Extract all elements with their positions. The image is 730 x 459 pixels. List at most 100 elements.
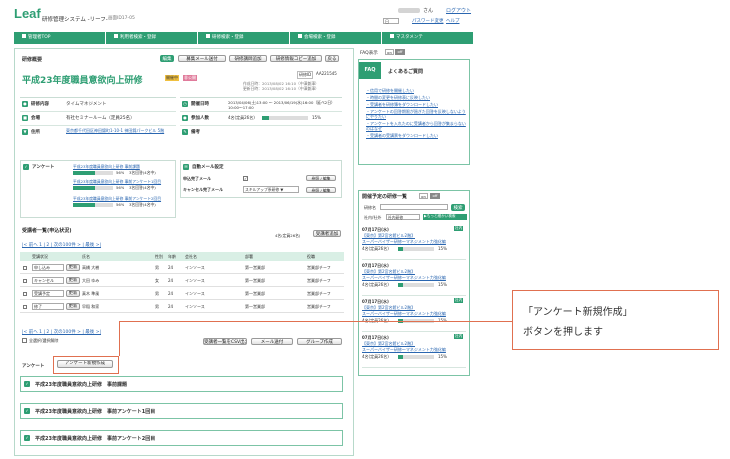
upcoming-org-label: 社内/社外 <box>364 215 382 220</box>
upcoming-title[interactable]: スーパーバイザー研修～マネジメント力強化編 <box>362 347 466 353</box>
logout-link[interactable]: ログアウト <box>446 7 471 14</box>
trainee-role: 営業部チーフ <box>307 304 331 309</box>
trainee-age: 24 <box>168 265 174 270</box>
roster-header: 受講状況 氏名 性別 年齢 会社名 部署 役職 <box>20 252 344 261</box>
detail-right: ◷ 開催日時 2013/04/06(土)13:00 ～ 2013/06/19(水… <box>180 97 342 145</box>
back-button[interactable]: 戻る <box>325 55 339 62</box>
faq-header: FAQ <box>359 62 381 79</box>
tab-master[interactable]: マスタメンテ <box>382 32 473 44</box>
faq-on-toggle[interactable]: on <box>385 49 394 55</box>
tab-admin-top[interactable]: 管理者TOP <box>14 32 106 44</box>
trainee-name: 真木 準風 <box>82 291 100 296</box>
status-select[interactable]: 申し込み <box>32 264 64 271</box>
faq-item[interactable]: ・信用で研修を開催したい <box>366 88 466 93</box>
tab-user-search[interactable]: 利用者検索・登録 <box>106 32 198 44</box>
create-group-button[interactable]: グループ作成 <box>297 338 342 345</box>
add-trainee-button[interactable]: 受講者追加 <box>313 230 341 237</box>
upcoming-item[interactable]: 07月17日(水) 社内 【東京】第2宮名館ビル2階】 スーパーバイザー研修～マネジメ… <box>362 332 466 368</box>
table-row: 修了 更新 早稲 和家 男 24 インソース 第一営業部 営業部チーフ <box>20 301 344 313</box>
tab-training-search[interactable]: 研修検索・登録 <box>198 32 290 44</box>
password-change-link[interactable]: パスワード変更 <box>412 18 444 24</box>
upcoming-count: 4名(定員26名) <box>362 282 389 287</box>
grid-icon <box>114 34 118 38</box>
faq-item[interactable]: ・受講者を研修簿をダウンロードしたい <box>366 102 466 107</box>
csv-export-button[interactable]: 受講者一覧をCSV出力 <box>203 338 247 345</box>
update-button[interactable]: 更新 <box>66 264 80 271</box>
select-all-checkbox[interactable] <box>22 338 27 343</box>
row-checkbox[interactable] <box>23 266 27 270</box>
copy-training-button[interactable]: 研修情報コピー追加 <box>270 55 322 62</box>
survey-row-title: 平成23年度職員意欲向上研修 事前アンケート2回目 <box>35 436 156 442</box>
lang-select[interactable]: 日 <box>383 18 399 24</box>
address-value[interactable]: 東京都千代田区神田錦町1-10-1 神田錦パークビル 5階 <box>66 128 174 133</box>
update-button[interactable]: 更新 <box>66 277 80 284</box>
faq-item[interactable]: ・受講者の受講票をダウンロードしたい <box>366 133 466 138</box>
update-button[interactable]: 更新 <box>66 303 80 310</box>
upcoming-title[interactable]: スーパーバイザー研修～マネジメント力強化編 <box>362 239 466 245</box>
survey-row-2[interactable]: ✓ 平成23年度職員意欲向上研修 事前アンケート1回目 <box>20 403 343 419</box>
roster-title: 受講者一覧(申込状況) <box>22 228 72 234</box>
upcoming-title[interactable]: スーパーバイザー研修～マネジメント力強化編 <box>362 275 466 281</box>
update-button[interactable]: 更新 <box>66 290 80 297</box>
faq-off-toggle[interactable]: off <box>395 49 405 55</box>
faq-item[interactable]: ・アンケートの回答期限が過ぎた回答を反映しないようにやりたい <box>366 109 466 119</box>
survey-row-icon: ✓ <box>24 435 30 441</box>
trainee-role: 営業部チーフ <box>307 278 331 283</box>
trainee-company: インソース <box>185 265 205 270</box>
upcoming-org-select[interactable]: 社内研修 <box>386 214 420 220</box>
status-select[interactable]: 修了 <box>32 303 64 310</box>
trainee-sex: 女 <box>155 278 159 283</box>
faq-item[interactable]: ・アンケートを入れたのに受講者から回答が集まらないのはなぜ <box>366 121 466 131</box>
trainee-dept: 第一営業部 <box>245 265 265 270</box>
upcoming-bar <box>398 355 434 359</box>
upcoming-narrow-link[interactable]: ▶もっと細かい検索 <box>423 214 467 220</box>
tab-venue-search[interactable]: 会場検索・登録 <box>290 32 382 44</box>
row-checkbox[interactable] <box>23 292 27 296</box>
add-instructor-button[interactable]: 研修講師追加 <box>229 55 267 62</box>
upcoming-off-toggle[interactable]: off <box>430 193 440 199</box>
upcoming-title[interactable]: スーパーバイザー研修～マネジメント力強化編 <box>362 311 466 317</box>
faq-list: ・信用で研修を開催したい ・時間の変更を研修表に反映したい ・受講者を研修簿をダウン… <box>366 88 466 140</box>
upcoming-count: 4名(定員26名) <box>362 246 389 251</box>
status-select[interactable]: 受講予定 <box>32 290 64 297</box>
send-mail-button[interactable]: メール送付 <box>251 338 293 345</box>
new-survey-button[interactable]: アンケート新規作成 <box>57 360 113 368</box>
apply-mail-label: 申込完了メール <box>183 176 211 181</box>
upcoming-title: 開催予定の研修一覧 <box>362 194 408 200</box>
table-row: キャンセル 更新 大田 ゆみ 女 24 インソース 第一営業部 営業部チーフ <box>20 275 344 287</box>
cancel-mail-select[interactable]: スキルアップ系研修 ▼ <box>243 186 299 193</box>
status-select[interactable]: キャンセル <box>32 277 64 284</box>
apply-mail-checkbox[interactable]: ✓ <box>243 176 248 181</box>
edit-button[interactable]: 編集 <box>160 55 174 62</box>
roster-pager-top[interactable]: |< 前へ 1 | 2 | 次の100件 > | 最後 >| <box>22 242 101 248</box>
date-label: 開催日時 <box>191 102 209 107</box>
auto-mail-box: ✉ 自動メール設定 申込完了メール ✓ 参照 / 編集 キャンセル完了メール ス… <box>180 160 342 198</box>
content-label: 研修内容 <box>31 102 49 107</box>
row-checkbox[interactable] <box>23 305 27 309</box>
row-checkbox[interactable] <box>23 279 27 283</box>
cancel-mail-edit-button[interactable]: 参照 / 編集 <box>306 187 336 193</box>
survey-row-1[interactable]: ✓ 平成23年度職員意欲向上研修 事前課題 <box>20 376 343 392</box>
roster-pager-bottom[interactable]: |< 前へ 1 | 2 | 次の100件 > | 最後 >| <box>22 329 101 335</box>
callout-line-1: 「アンケート新規作成」 <box>523 307 633 318</box>
apply-mail-edit-button[interactable]: 参照 / 編集 <box>306 175 336 181</box>
help-link[interactable]: ヘルプ <box>446 18 460 24</box>
faq-toggle-label: FAQ表示 <box>360 51 378 56</box>
upcoming-on-toggle[interactable]: on <box>419 193 428 199</box>
upcoming-item[interactable]: 07月17日(水) 社内 【東京】第2宮名館ビル2階】 スーパーバイザー研修～マネジメ… <box>362 224 466 260</box>
grid-icon <box>22 34 26 38</box>
survey-row-3[interactable]: ✓ 平成23年度職員意欲向上研修 事前アンケート2回目 <box>20 430 343 446</box>
survey-count-2: 3名回答(4名中) <box>129 185 156 190</box>
user-name-blurred <box>398 8 420 13</box>
cancel-mail-label: キャンセル完了メール <box>183 187 223 192</box>
upcoming-item[interactable]: 07月17日(水) 【東京】第2宮名館ビル2階】 スーパーバイザー研修～マネジメント… <box>362 260 466 296</box>
send-recruit-mail-button[interactable]: 募集メール送付 <box>178 55 226 62</box>
grid-icon <box>206 34 210 38</box>
upcoming-list: 07月17日(水) 社内 【東京】第2宮名館ビル2階】 スーパーバイザー研修～マネジメ… <box>362 224 466 368</box>
upcoming-name-input[interactable] <box>380 204 448 210</box>
upcoming-search-button[interactable]: 検索 <box>451 204 465 211</box>
upcoming-item[interactable]: 07月17日(水) 社内 【東京】第2宮名館ビル2階】 スーパーバイザー研修～マネジメ… <box>362 296 466 332</box>
survey-count-1: 3名回答(4名中) <box>129 170 156 175</box>
faq-item[interactable]: ・時間の変更を研修表に反映したい <box>366 95 466 100</box>
date-value: 2013/04/06(土)13:00 ～ 2013/06/19(水)16:00（… <box>228 100 335 110</box>
